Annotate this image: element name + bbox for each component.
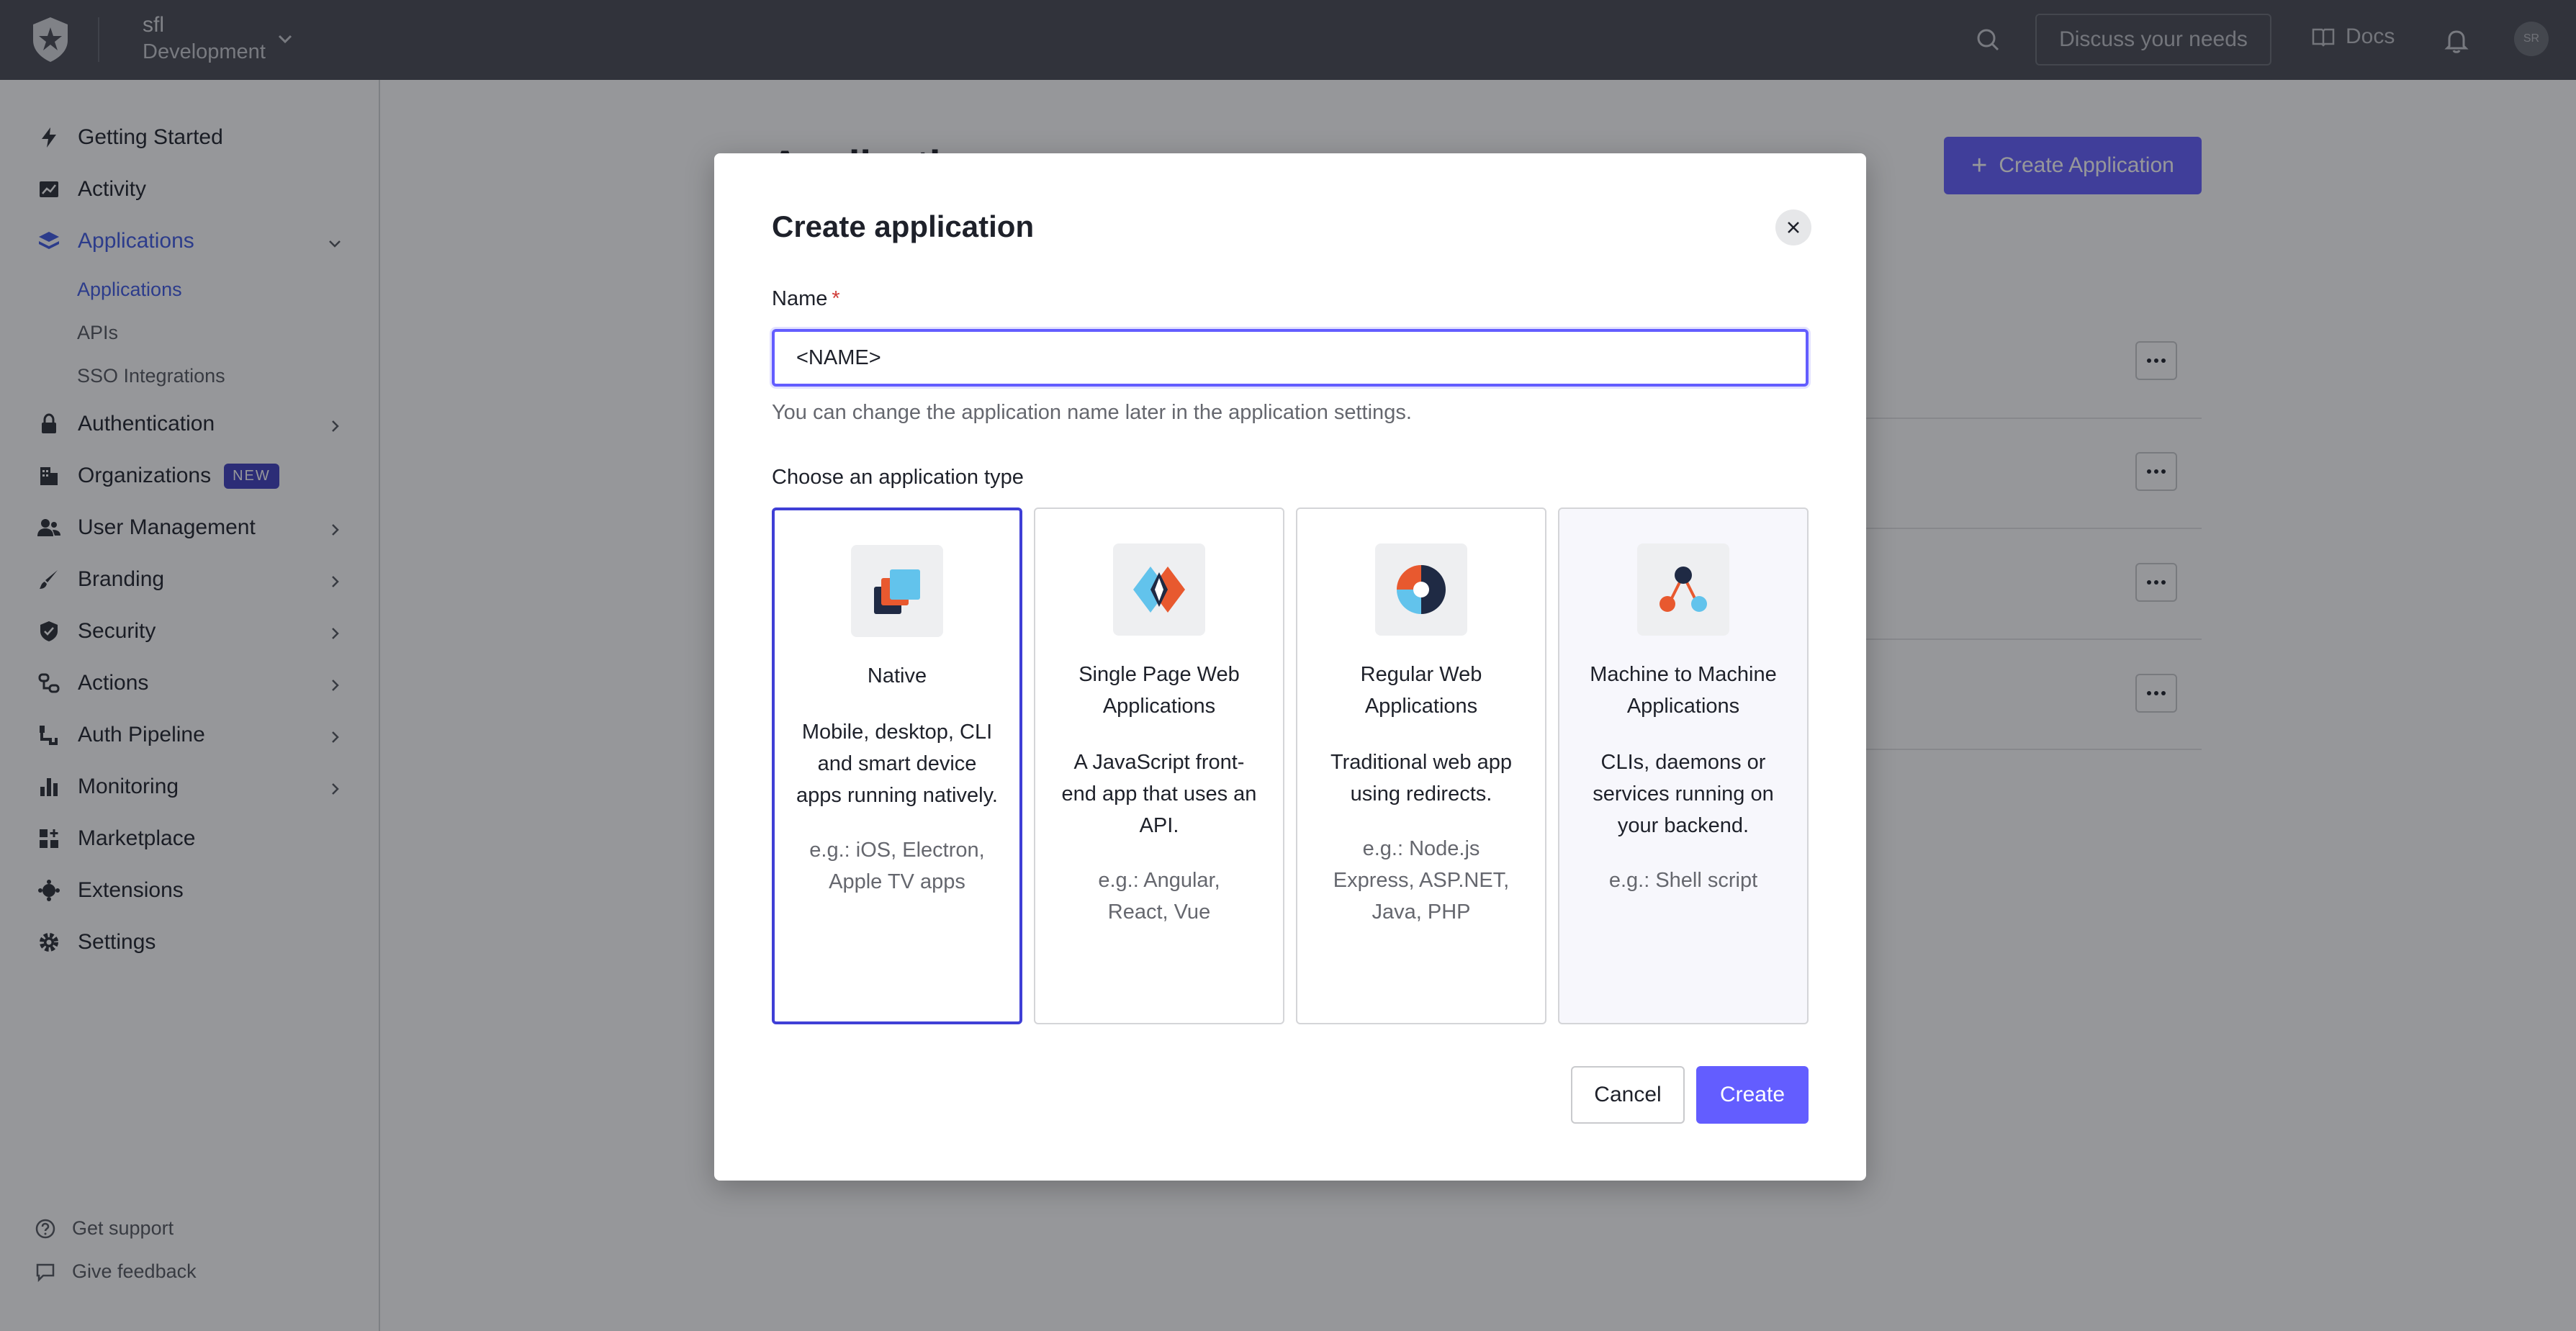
name-field-label: Name *: [772, 287, 840, 311]
app-type-card-native[interactable]: Native Mobile, desktop, CLI and smart de…: [772, 507, 1022, 1024]
app-type-card-m2m[interactable]: Machine to Machine Applications CLIs, da…: [1558, 507, 1809, 1024]
card-body: Single Page Web Applications A JavaScrip…: [1050, 659, 1269, 928]
regular-web-app-icon: [1375, 543, 1467, 636]
card-example: e.g.: Shell script: [1608, 869, 1758, 892]
card-example: e.g.: iOS, Electron, Apple TV apps: [809, 839, 985, 893]
dialog-title: Create application: [772, 209, 1035, 243]
cancel-button[interactable]: Cancel: [1571, 1066, 1685, 1124]
application-type-label: Choose an application type: [772, 466, 1024, 489]
required-asterisk: *: [832, 287, 840, 310]
app-type-card-regular-web[interactable]: Regular Web Applications Traditional web…: [1296, 507, 1546, 1024]
card-description: Traditional web app using redirects.: [1330, 751, 1513, 806]
card-body: Machine to Machine Applications CLIs, da…: [1574, 659, 1793, 896]
close-button[interactable]: [1775, 209, 1811, 245]
card-description: A JavaScript front-end app that uses an …: [1061, 751, 1257, 837]
card-title: Single Page Web Applications: [1078, 663, 1240, 718]
spa-app-icon: [1113, 543, 1205, 636]
card-title: Regular Web Applications: [1360, 663, 1482, 718]
card-example: e.g.: Node.js Express, ASP.NET, Java, PH…: [1333, 837, 1510, 924]
card-description: CLIs, daemons or services running on you…: [1593, 751, 1774, 837]
native-app-icon: [851, 545, 943, 637]
card-title: Machine to Machine Applications: [1590, 663, 1777, 718]
name-label-text: Name: [772, 287, 828, 310]
create-application-dialog: Create application Name* You can change …: [714, 153, 1866, 1181]
card-example: e.g.: Angular, React, Vue: [1098, 869, 1220, 924]
name-input[interactable]: [772, 329, 1809, 387]
card-description: Mobile, desktop, CLI and smart device ap…: [796, 721, 998, 807]
app-type-card-spa[interactable]: Single Page Web Applications A JavaScrip…: [1034, 507, 1284, 1024]
name-help-text: You can change the application name late…: [772, 401, 1412, 424]
card-title: Native: [867, 664, 927, 687]
m2m-app-icon: [1637, 543, 1729, 636]
close-icon: [1788, 222, 1799, 233]
card-body: Native Mobile, desktop, CLI and smart de…: [789, 660, 1005, 898]
card-body: Regular Web Applications Traditional web…: [1312, 659, 1531, 928]
create-button[interactable]: Create: [1696, 1066, 1809, 1124]
